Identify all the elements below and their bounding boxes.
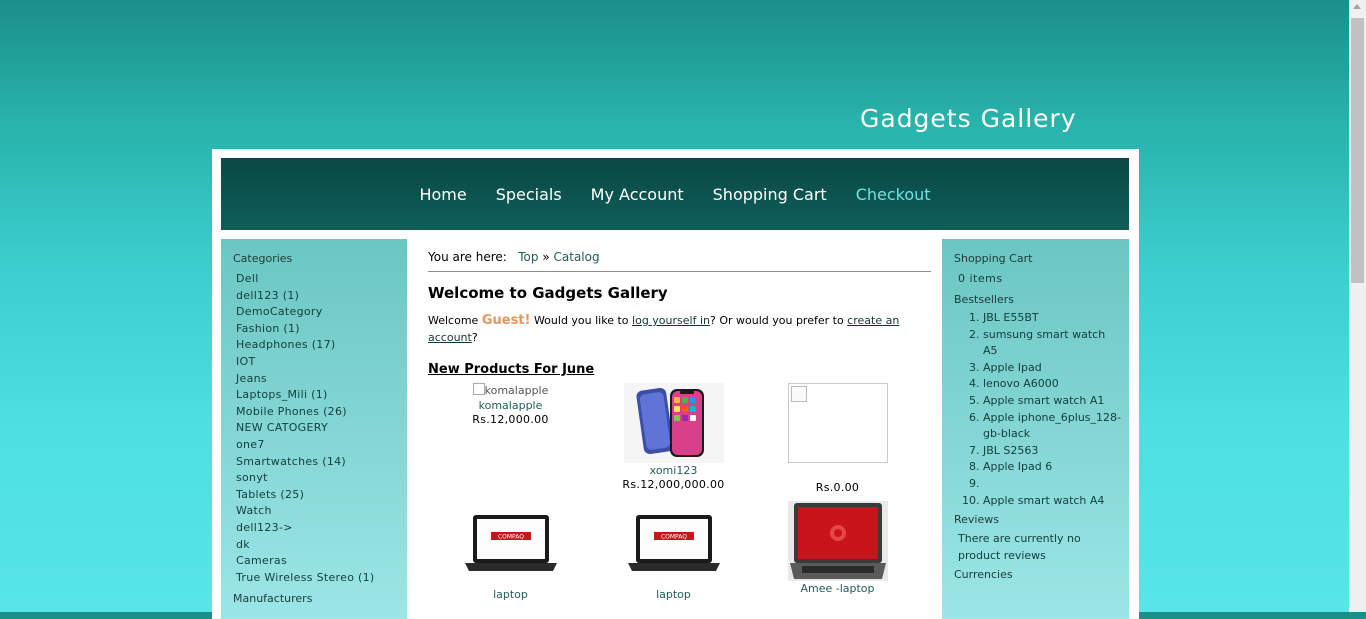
breadcrumb-catalog[interactable]: Catalog <box>554 250 600 264</box>
product-name[interactable]: laptop <box>428 588 593 601</box>
welcome-question: Would you like to <box>533 314 629 327</box>
category-item[interactable]: True Wireless Stereo (1) <box>236 570 407 587</box>
product-price: Rs.12,000.00 <box>472 413 549 426</box>
cart-items: 0 items <box>958 272 1003 285</box>
nav-my-account[interactable]: My Account <box>591 185 684 204</box>
svg-text:COMPAQ: COMPAQ <box>660 534 686 541</box>
category-item[interactable]: Jeans <box>236 371 407 388</box>
breadcrumb-separator: » <box>542 250 550 264</box>
product-price: Rs.0.00 <box>815 481 860 494</box>
category-item[interactable]: Smartwatches (14) <box>236 454 407 471</box>
site-title: Gadgets Gallery <box>860 104 1077 133</box>
category-item[interactable]: Watch <box>236 503 407 520</box>
main-content: You are here: Top » Catalog Welcome to G… <box>428 239 931 601</box>
categories-title: Categories <box>233 252 293 265</box>
breadcrumb-prefix: You are here: <box>428 250 507 264</box>
manufacturers-title: Manufacturers <box>233 592 313 606</box>
bestseller-item[interactable]: Apple Ipad <box>983 360 1121 377</box>
divider <box>428 271 931 272</box>
product-card: Amee -laptop <box>755 501 920 595</box>
category-item[interactable]: IOT <box>236 354 407 371</box>
category-item[interactable]: Tablets (25) <box>236 487 407 504</box>
product-name[interactable] <box>755 464 920 480</box>
welcome-word: Welcome <box>428 314 479 327</box>
login-link[interactable]: log yourself in <box>632 314 710 327</box>
product-card: Rs.0.00 <box>755 383 920 494</box>
scrollbar-thumb[interactable] <box>1351 18 1364 283</box>
bestseller-item[interactable]: Apple iphone_6plus_128-gb-black <box>983 410 1121 443</box>
breadcrumb-top[interactable]: Top <box>518 250 538 264</box>
bestseller-item[interactable]: sumsung smart watch A5 <box>983 327 1121 360</box>
reviews-text: There are currently no product reviews <box>958 532 1081 563</box>
breadcrumb: You are here: Top » Catalog <box>428 250 926 265</box>
bestseller-item[interactable]: lenovo A6000 <box>983 376 1121 393</box>
bestseller-item[interactable]: JBL S2563 <box>983 443 1121 460</box>
scroll-up-arrow-icon[interactable] <box>1353 4 1361 9</box>
category-item[interactable]: DemoCategory <box>236 304 407 321</box>
category-item[interactable]: dell123-> <box>236 520 407 537</box>
category-item[interactable]: Dell <box>236 271 407 288</box>
welcome-text: Welcome Guest! Would you like to log you… <box>428 312 918 346</box>
page-container: Home Specials My Account Shopping Cart C… <box>212 149 1139 619</box>
category-item[interactable]: Fashion (1) <box>236 321 407 338</box>
nav-shopping-cart[interactable]: Shopping Cart <box>713 185 827 204</box>
category-item[interactable]: sonyt <box>236 470 407 487</box>
bestsellers-list: JBL E55BT sumsung smart watch A5 Apple I… <box>942 310 1129 509</box>
bestseller-item[interactable]: JBL E55BT <box>983 310 1121 327</box>
product-name[interactable]: laptop <box>591 588 756 601</box>
svg-text:COMPAQ: COMPAQ <box>497 534 523 541</box>
product-card: COMPAQ laptop <box>428 501 593 601</box>
nav-specials[interactable]: Specials <box>496 185 562 204</box>
bestseller-item[interactable]: Apple smart watch A4 <box>983 493 1121 510</box>
right-sidebar: Shopping Cart 0 items Bestsellers JBL E5… <box>942 239 1129 619</box>
laptop-image[interactable] <box>787 501 888 581</box>
product-card: COMPAQ laptop <box>591 501 756 601</box>
product-name[interactable]: xomi123 <box>591 464 756 477</box>
left-sidebar: Categories Dell dell123 (1) DemoCategory… <box>221 239 407 619</box>
phone-image[interactable] <box>623 383 724 463</box>
category-item[interactable]: dell123 (1) <box>236 288 407 305</box>
product-card: komalapple komalapple Rs.12,000.00 <box>428 383 593 426</box>
category-item[interactable]: Laptops_Mili (1) <box>236 387 407 404</box>
category-item[interactable]: dk <box>236 537 407 554</box>
category-item[interactable]: NEW CATOGERY <box>236 420 407 437</box>
categories-list: Dell dell123 (1) DemoCategory Fashion (1… <box>221 271 407 586</box>
reviews-title[interactable]: Reviews <box>942 509 1129 530</box>
bestsellers-title: Bestsellers <box>954 293 1014 306</box>
welcome-question-2: ? Or would you prefer to <box>709 314 844 327</box>
guest-label: Guest! <box>481 313 531 328</box>
bestseller-item[interactable]: Apple Ipad 6 <box>983 459 1121 476</box>
product-name[interactable]: komalapple <box>428 399 593 412</box>
nav-home[interactable]: Home <box>419 185 466 204</box>
page-title: Welcome to Gadgets Gallery <box>428 284 668 302</box>
currencies-title: Currencies <box>954 568 1013 582</box>
nav-checkout[interactable]: Checkout <box>856 185 931 204</box>
product-price: Rs.12,000,000.00 <box>622 478 725 491</box>
main-nav: Home Specials My Account Shopping Cart C… <box>221 158 1129 230</box>
category-item[interactable]: Mobile Phones (26) <box>236 404 407 421</box>
page-scrollbar[interactable] <box>1349 0 1366 612</box>
category-item[interactable]: Cameras <box>236 553 407 570</box>
category-item[interactable]: one7 <box>236 437 407 454</box>
bestseller-item[interactable]: Apple smart watch A1 <box>983 393 1121 410</box>
laptop-image[interactable]: COMPAQ <box>460 501 561 581</box>
broken-image-icon[interactable]: komalapple <box>428 383 593 399</box>
product-name[interactable]: Amee -laptop <box>755 582 920 595</box>
new-products-heading[interactable]: New Products For June <box>428 362 594 377</box>
bestseller-item[interactable] <box>983 476 1121 493</box>
broken-image-icon[interactable] <box>787 383 888 463</box>
welcome-end: ? <box>471 331 478 344</box>
laptop-image[interactable]: COMPAQ <box>623 501 724 581</box>
shopping-cart-title[interactable]: Shopping Cart <box>942 250 1129 268</box>
product-card: xomi123 Rs.12,000,000.00 <box>591 383 756 491</box>
category-item[interactable]: Headphones (17) <box>236 337 407 354</box>
